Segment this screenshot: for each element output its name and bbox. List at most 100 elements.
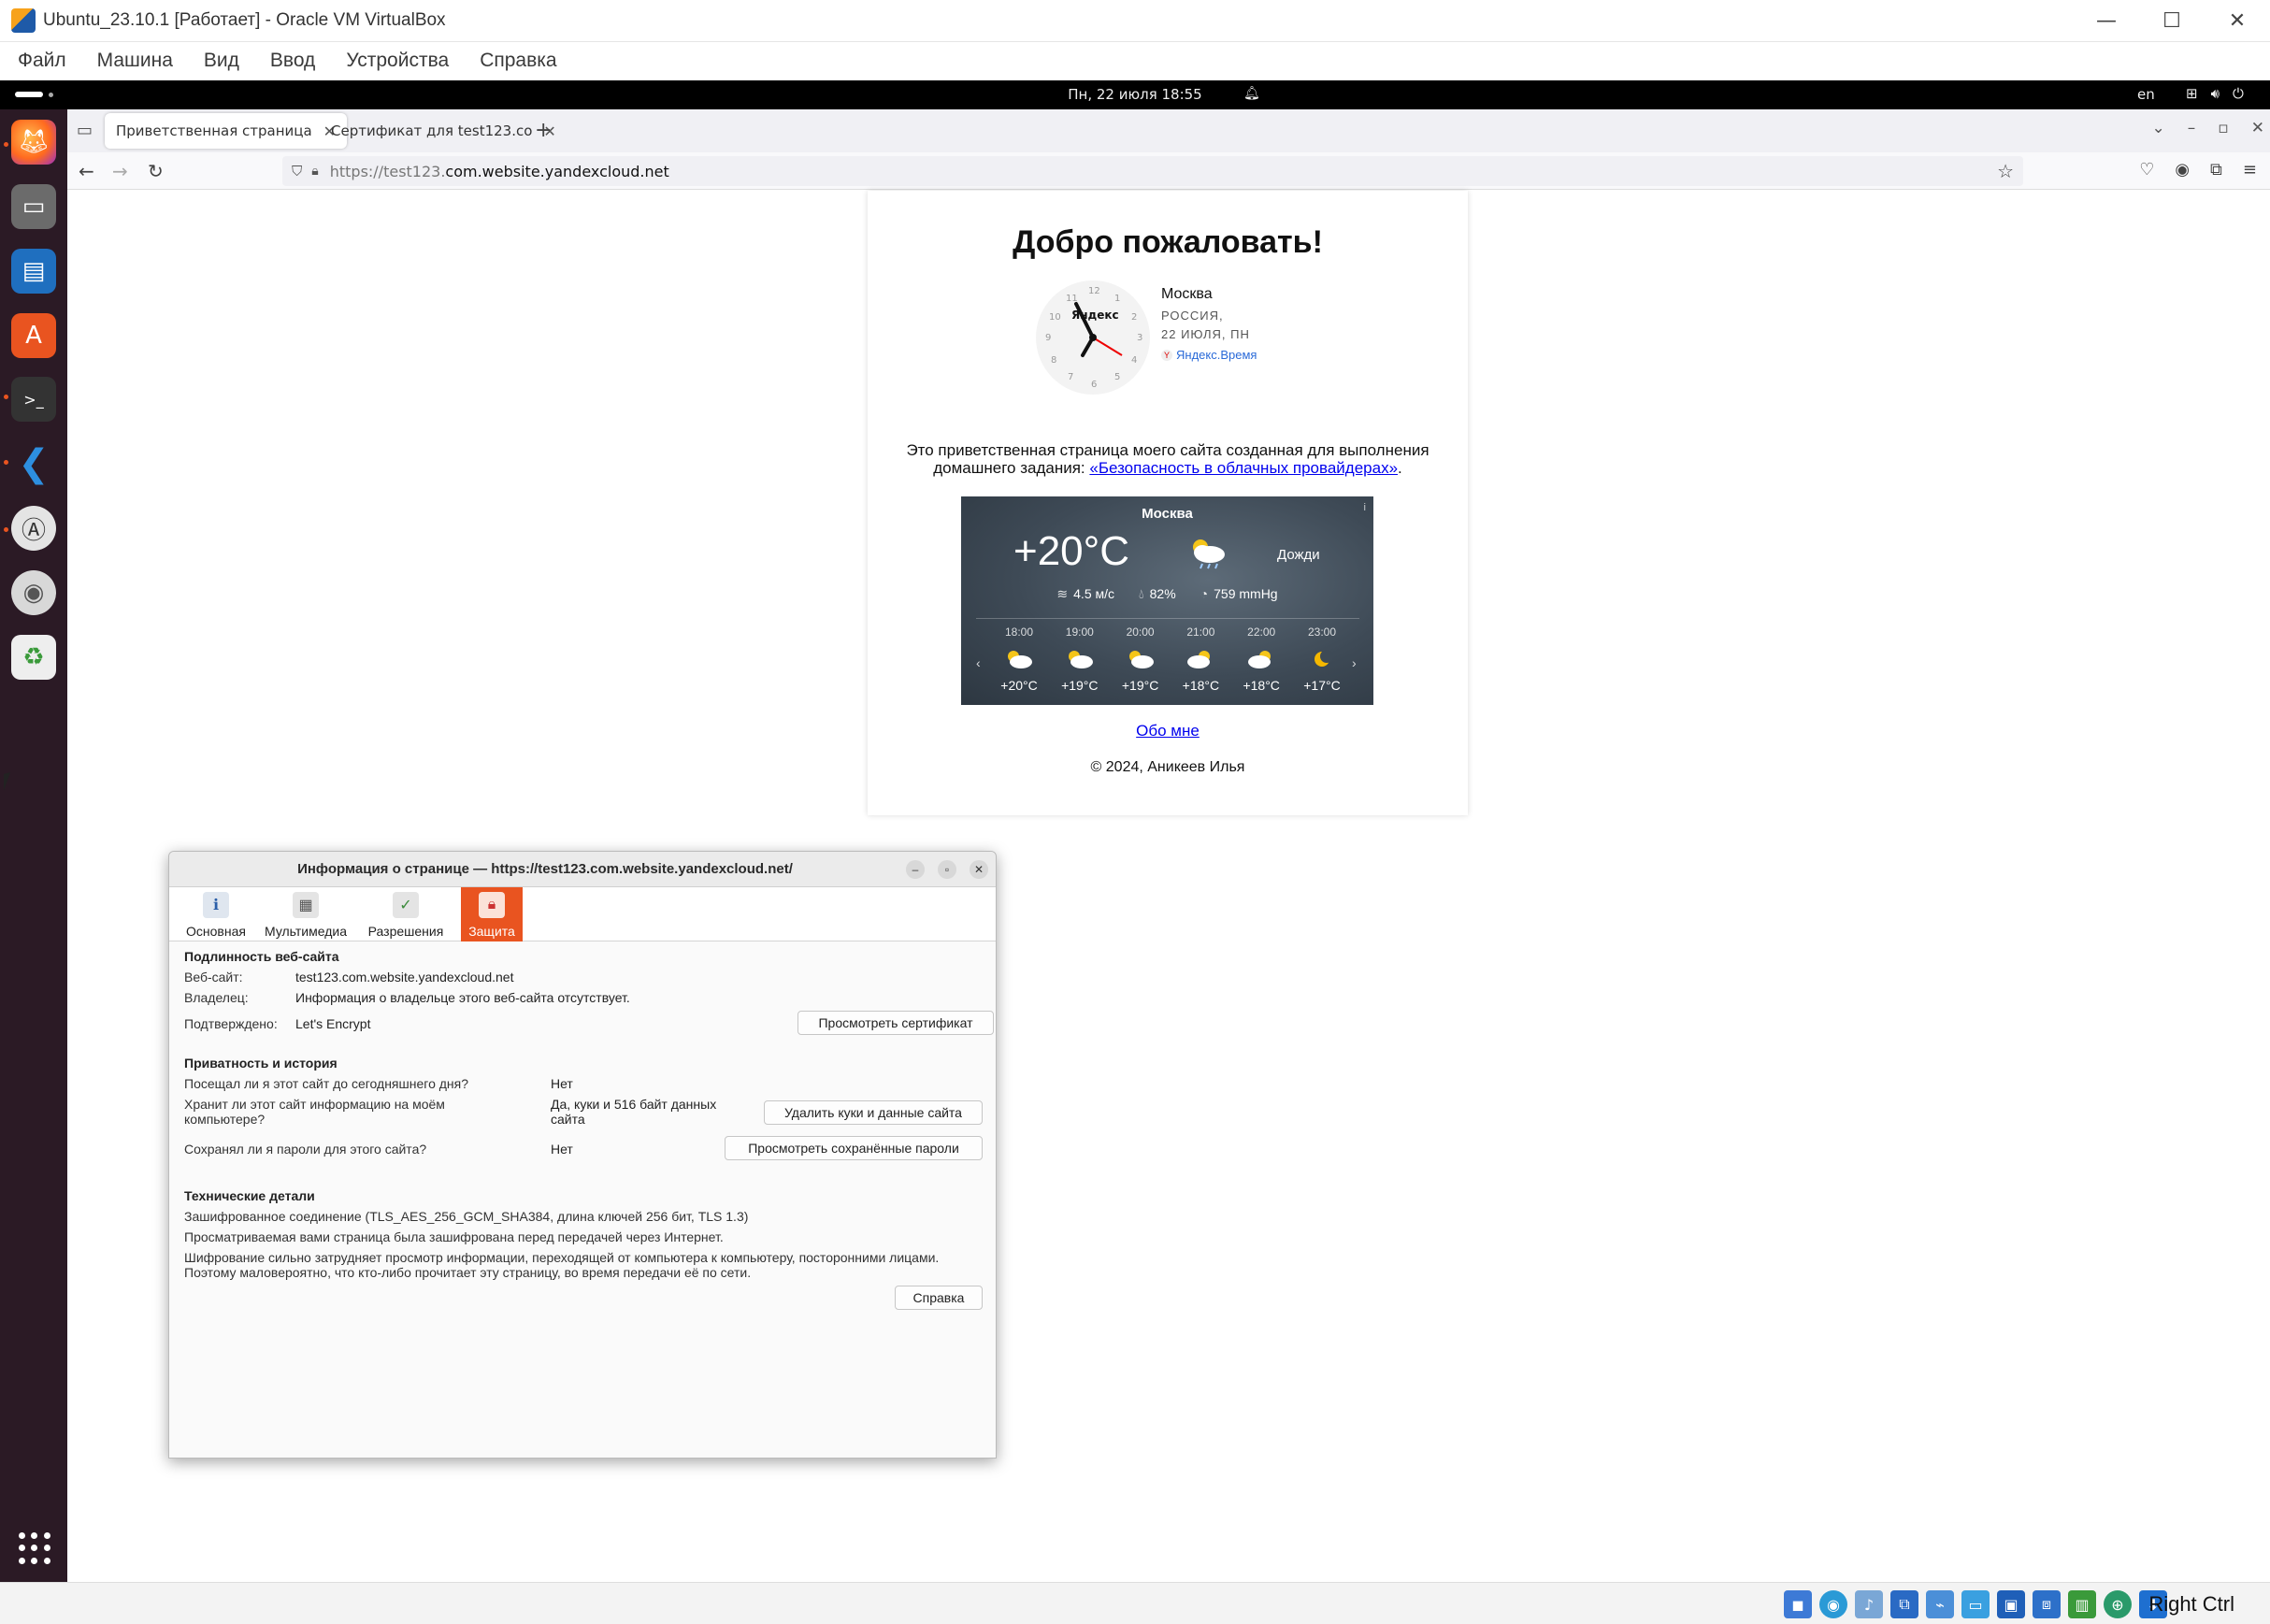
pocket-icon[interactable]: ♡ xyxy=(2139,160,2154,180)
url-text[interactable]: https://test123.com.website.yandexcloud.… xyxy=(330,163,669,180)
yandex-time-link[interactable]: Y Яндекс.Время xyxy=(1161,348,1257,362)
cloud-sun-icon xyxy=(1114,640,1167,678)
writer-icon[interactable]: ▤ xyxy=(11,249,56,294)
trash-icon[interactable]: ♻ xyxy=(11,635,56,680)
new-tab-icon[interactable]: + xyxy=(535,119,552,142)
course-link[interactable]: «Безопасность в облачных провайдерах» xyxy=(1089,459,1398,477)
menu-machine[interactable]: Машина xyxy=(97,50,173,72)
forecast-temp: +19°C xyxy=(1121,678,1159,693)
tab-welcome[interactable]: Приветственная страница ✕ xyxy=(105,113,348,149)
close-icon[interactable]: ✕ xyxy=(2205,0,2270,42)
cloud-sun-icon xyxy=(993,640,1045,678)
forecast-hour: 19:00 +19°C xyxy=(1054,625,1106,693)
menu-file[interactable]: Файл xyxy=(18,50,66,72)
weather-wind: ≋ 4.5 м/с xyxy=(1056,586,1115,601)
extensions-icon[interactable]: ⧉ xyxy=(2210,160,2222,180)
audio-icon[interactable]: ♪ xyxy=(1855,1590,1883,1618)
url-bar[interactable]: ⛉ 🔒︎ https://test123.com.website.yandexc… xyxy=(282,156,2023,186)
vscode-icon[interactable]: ❮ xyxy=(11,441,56,486)
tab-permissions[interactable]: ✓ Разрешения xyxy=(366,887,446,941)
video-capture-icon[interactable]: ⧈ xyxy=(2033,1590,2061,1618)
software-updater-icon[interactable]: Ⓐ xyxy=(11,506,56,551)
system-tray[interactable]: ⊞🔊︎⏻ xyxy=(2186,85,2257,102)
list-tabs-icon[interactable]: ⌄ xyxy=(2151,119,2164,137)
terminal-icon[interactable]: >_ xyxy=(11,377,56,422)
tab-label: Основная xyxy=(186,924,246,939)
back-icon[interactable]: ← xyxy=(79,160,94,182)
forecast-hour: 23:00 +17°C xyxy=(1296,625,1348,693)
display-icon[interactable]: ▣ xyxy=(1997,1590,2025,1618)
usb-icon[interactable]: ⌁ xyxy=(1926,1590,1954,1618)
shared-folders-icon[interactable]: ▭ xyxy=(1961,1590,1990,1618)
system-clock[interactable]: Пн, 22 июля 18:55 xyxy=(0,86,2270,103)
encryption-note: Просматриваемая вами страница была зашиф… xyxy=(184,1229,724,1244)
tab-title: Приветственная страница xyxy=(116,122,312,139)
optical-drive-icon[interactable]: ◉ xyxy=(1819,1590,1847,1618)
browser-restore-icon[interactable]: ▫ xyxy=(2218,119,2229,137)
forward-icon[interactable]: → xyxy=(112,160,128,182)
technical-heading: Технические детали xyxy=(184,1188,315,1203)
reload-icon[interactable]: ↻ xyxy=(148,160,164,182)
network-adapter-icon[interactable]: ⧉ xyxy=(1890,1590,1918,1618)
info-icon[interactable]: i xyxy=(1364,502,1366,513)
dialog-minimize-icon[interactable]: – xyxy=(906,860,925,879)
disc-icon[interactable]: ◉ xyxy=(11,570,56,615)
view-certificate-button[interactable]: Просмотреть сертификат xyxy=(797,1011,994,1035)
dialog-maximize-icon[interactable]: ▫ xyxy=(938,860,956,879)
yandex-clock-widget[interactable]: 12 1 2 3 4 5 6 7 8 9 10 11 Яндекс Москва… xyxy=(1036,277,1279,398)
tab-certificate[interactable]: Сертификат для test123.co ✕ xyxy=(320,113,568,149)
weather-widget[interactable]: Москва i +20°C Дожди ≋ 4.5 м/с 💧︎ 82% ◔ 759… xyxy=(961,496,1373,705)
clear-cookies-button[interactable]: Удалить куки и данные сайта xyxy=(764,1100,983,1125)
forecast-time: 19:00 xyxy=(1065,625,1094,639)
notification-bell-icon: 🔔︎ xyxy=(1243,86,1260,101)
vbox-titlebar: Ubuntu_23.10.1 [Работает] - Oracle VM Vi… xyxy=(0,0,2270,42)
mouse-integration-icon[interactable]: ⊕ xyxy=(2104,1590,2132,1618)
forecast-temp: +18°C xyxy=(1243,678,1280,693)
forecast-time: 22:00 xyxy=(1247,625,1276,639)
tab-security[interactable]: 🔒︎ Защита xyxy=(461,887,523,941)
menu-view[interactable]: Вид xyxy=(204,50,239,72)
dialog-tabs: ℹ Основная ▦ Мультимедиа ✓ Разрешения 🔒︎… xyxy=(169,887,996,941)
account-icon[interactable]: ◉ xyxy=(2175,160,2190,180)
tab-media[interactable]: ▦ Мультимедиа xyxy=(261,887,351,941)
menu-input[interactable]: Ввод xyxy=(270,50,315,72)
running-indicator xyxy=(4,460,8,465)
forecast-hour: 21:00 +18°C xyxy=(1174,625,1227,693)
menu-help[interactable]: Справка xyxy=(480,50,556,72)
storage-answer: Да, куки и 516 байт данных сайта xyxy=(551,1097,717,1127)
tracking-shield-icon[interactable]: ⛉ xyxy=(292,163,302,180)
tab-general[interactable]: ℹ Основная xyxy=(184,887,248,941)
menu-hamburger-icon[interactable]: ≡ xyxy=(2243,160,2257,180)
privacy-heading: Приватность и история xyxy=(184,1056,338,1071)
weather-humidity: 💧︎ 82% xyxy=(1139,586,1176,601)
tab-label: Разрешения xyxy=(367,924,444,939)
browser-close-icon[interactable]: ✕ xyxy=(2251,119,2264,137)
browser-tab-strip: ▭ Приветственная страница ✕ Сертификат д… xyxy=(67,109,2270,152)
firefox-icon[interactable]: 🦊︎ xyxy=(11,120,56,165)
weather-temperature: +20°C xyxy=(1013,528,1130,574)
help-button[interactable]: Справка xyxy=(895,1286,983,1310)
hard-disk-icon[interactable]: ◼ xyxy=(1784,1590,1812,1618)
menu-devices[interactable]: Устройства xyxy=(346,50,449,72)
saved-passwords-button[interactable]: Просмотреть сохранённые пароли xyxy=(725,1136,983,1160)
bookmark-star-icon[interactable]: ☆ xyxy=(1997,160,2014,182)
app-center-icon[interactable]: A xyxy=(11,313,56,358)
firefox-view-icon[interactable]: ▭ xyxy=(77,121,93,140)
network-icon: ⊞ xyxy=(2186,85,2211,102)
running-indicator xyxy=(4,142,8,147)
chevron-right-icon[interactable]: › xyxy=(1352,655,1357,670)
yandex-icon: Y xyxy=(1161,349,1172,361)
tab-label: Защита xyxy=(468,924,515,939)
files-icon[interactable]: ▭ xyxy=(11,184,56,229)
browser-minimize-icon[interactable]: – xyxy=(2188,119,2196,137)
cpu-icon[interactable]: ▥ xyxy=(2068,1590,2096,1618)
about-me-link[interactable]: Обо мне xyxy=(868,722,1468,740)
maximize-icon[interactable]: ☐ xyxy=(2139,0,2205,42)
lock-icon[interactable]: 🔒︎ xyxy=(311,164,318,179)
chevron-left-icon[interactable]: ‹ xyxy=(976,655,981,670)
keyboard-layout[interactable]: en xyxy=(2137,86,2155,103)
minimize-icon[interactable]: — xyxy=(2074,0,2139,42)
dialog-close-icon[interactable]: ✕ xyxy=(970,860,988,879)
encryption-explanation: Шифрование сильно затрудняет просмотр ин… xyxy=(184,1250,940,1280)
show-apps-icon[interactable] xyxy=(19,1532,50,1564)
